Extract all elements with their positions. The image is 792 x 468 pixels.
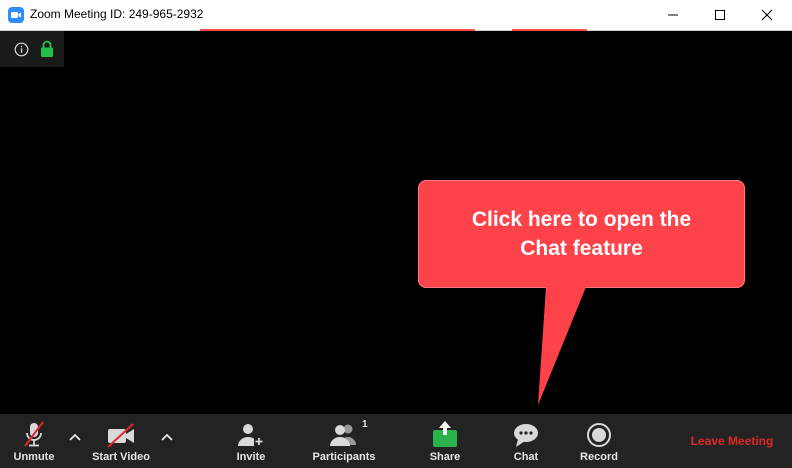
chat-bubble-icon [512,414,540,448]
chat-callout: Click here to open the Chat feature [418,180,745,288]
meeting-toolbar: Unmute Start Video Invite Participants 1… [0,414,792,468]
add-person-icon [236,414,266,448]
audio-options-caret[interactable] [68,429,82,441]
zoom-meeting-window: Zoom Meeting ID: 249-965-2932 Click here… [0,0,792,468]
unmute-button[interactable]: Unmute [8,414,60,468]
participants-count-badge: 1 [362,419,368,430]
start-video-button[interactable]: Start Video [88,414,154,468]
zoom-icon [8,7,24,23]
leave-meeting-label: Leave Meeting [690,434,774,448]
leave-meeting-button[interactable]: Leave Meeting [678,414,786,468]
meeting-info-strip [0,31,64,67]
caret-up-icon [69,433,81,441]
callout-pointer [538,287,586,405]
muted-microphone-icon [21,414,47,448]
info-icon[interactable] [14,42,29,57]
share-label: Share [429,451,461,463]
share-screen-icon [431,414,459,448]
banner-strip [200,29,475,31]
participants-label: Participants [312,451,376,463]
invite-button[interactable]: Invite [228,414,274,468]
chat-button[interactable]: Chat [504,414,548,468]
share-button[interactable]: Share [420,414,470,468]
start-video-label: Start Video [92,451,150,463]
callout-line-1: Click here to open the [471,208,692,231]
participants-button[interactable]: Participants [308,414,380,468]
minimize-button[interactable] [650,0,696,30]
record-icon [586,414,612,448]
maximize-icon [715,10,725,20]
callout-line-2: Chat feature [520,237,643,260]
close-icon [761,9,773,21]
chat-label: Chat [513,451,539,463]
video-options-caret[interactable] [160,429,174,441]
banner-strip [512,29,587,31]
invite-label: Invite [236,451,266,463]
maximize-button[interactable] [697,0,743,30]
record-button[interactable]: Record [576,414,622,468]
window-title: Zoom Meeting ID: 249-965-2932 [30,7,204,21]
close-button[interactable] [744,0,790,30]
unmute-label: Unmute [13,451,55,463]
minimize-icon [668,14,678,16]
video-off-icon [105,414,137,448]
record-label: Record [580,451,618,463]
callout-text: Click here to open the Chat feature [432,205,732,263]
participants-icon [328,414,360,448]
title-bar: Zoom Meeting ID: 249-965-2932 [0,0,792,31]
lock-icon[interactable] [40,40,54,58]
caret-up-icon [161,433,173,441]
